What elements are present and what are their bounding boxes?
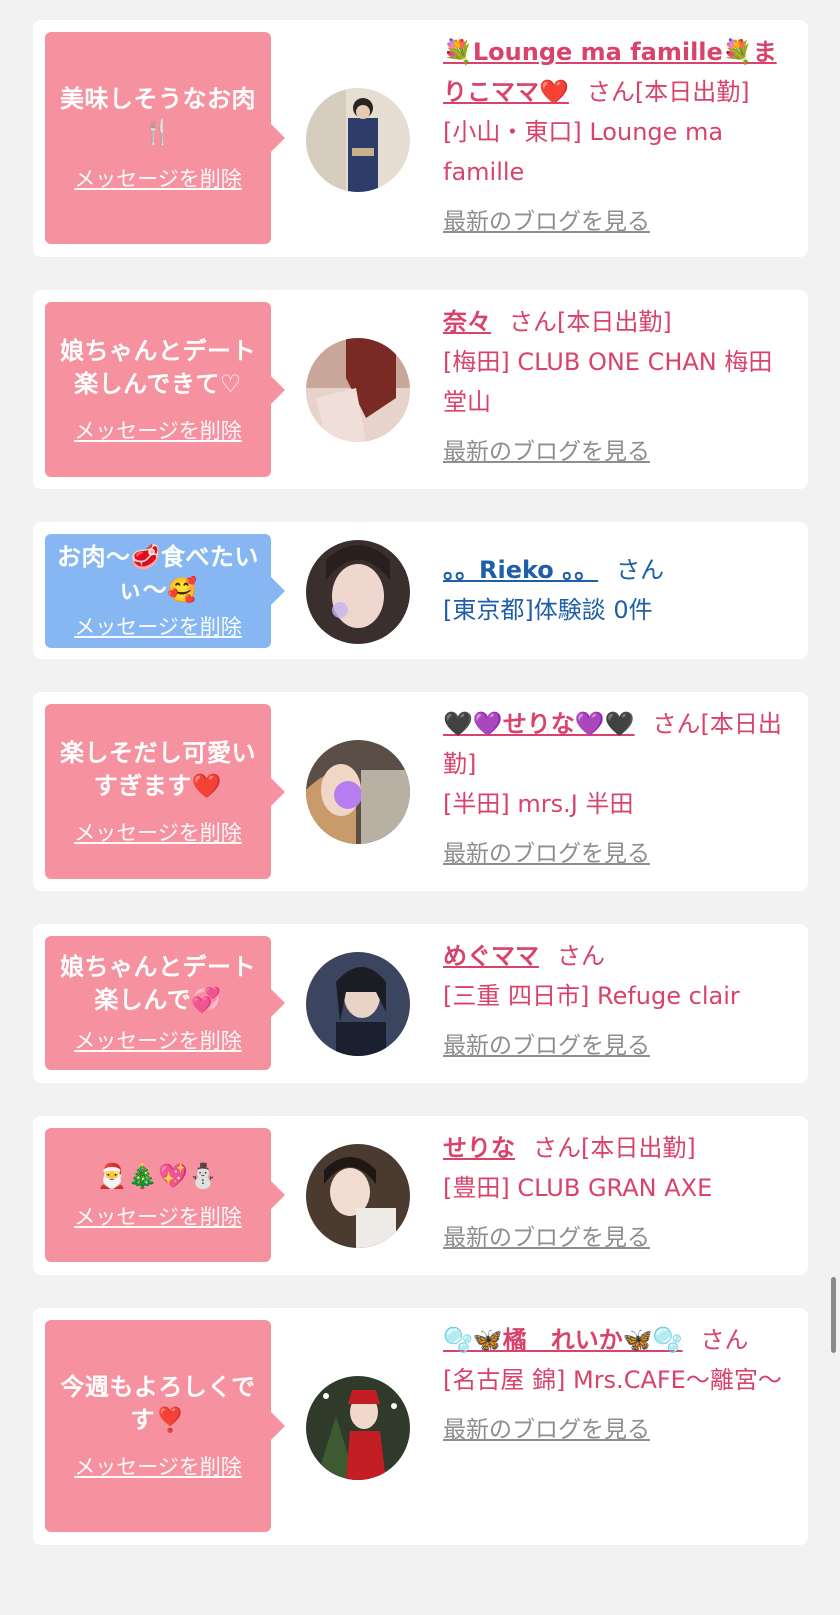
message-text: 楽しそだし可愛いすぎます❤️: [60, 738, 256, 800]
list-item: 🎅🎄💖⛄ メッセージを削除 せりな さん[本日出勤] [豊田] CLUB GRAN…: [33, 1116, 808, 1275]
shop-name: [東京都]体験談 0件: [443, 596, 653, 624]
honorific-label: さん: [616, 556, 665, 584]
profile-info: 💐Lounge ma famille💐まりこママ❤️ さん[本日出勤] [小山・東…: [443, 32, 788, 242]
message-bubble: 美味しそうなお肉🍴 メッセージを削除: [45, 32, 285, 244]
shop-name: [三重 四日市] Refuge clair: [443, 982, 740, 1010]
profile-info: 🖤💜せりな💜🖤 さん[本日出勤] [半田] mrs.J 半田 最新のブログを見る: [443, 704, 788, 874]
message-bubble: 楽しそだし可愛いすぎます❤️ メッセージを削除: [45, 704, 285, 879]
avatar[interactable]: [306, 88, 410, 192]
delete-message-link[interactable]: メッセージを削除: [74, 415, 242, 445]
latest-blog-link[interactable]: 最新のブログを見る: [443, 1026, 788, 1066]
profile-info: めぐママ さん [三重 四日市] Refuge clair 最新のブログを見る: [443, 936, 788, 1066]
shop-name: [豊田] CLUB GRAN AXE: [443, 1174, 713, 1202]
message-bubble: 🎅🎄💖⛄ メッセージを削除: [45, 1128, 285, 1262]
list-item: 娘ちゃんとデート楽しんできて♡ メッセージを削除 奈々 さん[本日出勤] [梅田]…: [33, 290, 808, 489]
profile-name-link[interactable]: 🖤💜せりな💜🖤: [443, 710, 635, 738]
delete-message-link[interactable]: メッセージを削除: [74, 1451, 242, 1481]
shop-name: [小山・東口] Lounge ma famille: [443, 118, 724, 186]
profile-name-link[interactable]: せりな: [443, 1134, 515, 1162]
list-item: お肉〜🥩食べたいぃ〜🥰 メッセージを削除 。。Rieko 。。 さん [東京都]体…: [33, 522, 808, 659]
latest-blog-link[interactable]: 最新のブログを見る: [443, 834, 788, 874]
avatar[interactable]: [306, 338, 410, 442]
honorific-label: さん: [652, 710, 701, 738]
delete-message-link[interactable]: メッセージを削除: [74, 611, 242, 641]
profile-info: 🫧🦋橘 れいか🦋🫧 さん [名古屋 錦] Mrs.CAFE〜離宮〜 最新のブログを…: [443, 1320, 788, 1450]
message-bubble: 今週もよろしくです❣️ メッセージを削除: [45, 1320, 285, 1532]
shop-name: [半田] mrs.J 半田: [443, 790, 634, 818]
message-text: お肉〜🥩食べたいぃ〜🥰: [57, 543, 259, 604]
avatar[interactable]: [306, 540, 410, 644]
latest-blog-link[interactable]: 最新のブログを見る: [443, 432, 788, 472]
profile-info: 奈々 さん[本日出勤] [梅田] CLUB ONE CHAN 梅田堂山 最新のブロ…: [443, 302, 788, 472]
honorific-label: さん: [700, 1326, 749, 1354]
honorific-label: さん: [533, 1134, 581, 1162]
work-status: [本日出勤]: [581, 1134, 696, 1162]
message-text: 美味しそうなお肉🍴: [60, 85, 256, 146]
latest-blog-link[interactable]: 最新のブログを見る: [443, 1218, 788, 1258]
message-text: 娘ちゃんとデート楽しんできて♡: [60, 336, 256, 398]
profile-name-link[interactable]: 🫧🦋橘 れいか🦋🫧: [443, 1326, 683, 1354]
delete-message-link[interactable]: メッセージを削除: [74, 163, 242, 193]
avatar[interactable]: [306, 1144, 410, 1248]
message-bubble: 娘ちゃんとデート楽しんできて♡ メッセージを削除: [45, 302, 285, 477]
avatar[interactable]: [306, 740, 410, 844]
profile-info: せりな さん[本日出勤] [豊田] CLUB GRAN AXE 最新のブログを見る: [443, 1128, 788, 1258]
message-bubble: お肉〜🥩食べたいぃ〜🥰 メッセージを削除: [45, 534, 285, 648]
shop-name: [梅田] CLUB ONE CHAN 梅田堂山: [443, 348, 773, 416]
message-text: 🎅🎄💖⛄: [97, 1161, 219, 1190]
list-item: 楽しそだし可愛いすぎます❤️ メッセージを削除 🖤💜せりな💜🖤 さん[本日出勤] …: [33, 692, 808, 891]
latest-blog-link[interactable]: 最新のブログを見る: [443, 1410, 788, 1450]
list-item: 今週もよろしくです❣️ メッセージを削除 🫧🦋橘 れいか🦋🫧 さん [名古屋 錦]…: [33, 1308, 808, 1545]
scrollbar[interactable]: [831, 1277, 836, 1353]
profile-name-link[interactable]: 。。Rieko 。。: [443, 556, 598, 584]
message-bubble: 娘ちゃんとデート楽しんで💞 メッセージを削除: [45, 936, 285, 1070]
delete-message-link[interactable]: メッセージを削除: [74, 817, 242, 847]
profile-info: 。。Rieko 。。 さん [東京都]体験談 0件: [443, 550, 788, 630]
honorific-label: さん: [586, 78, 635, 106]
latest-blog-link[interactable]: 最新のブログを見る: [443, 202, 788, 242]
message-text: 娘ちゃんとデート楽しんで💞: [60, 953, 256, 1014]
list-item: 娘ちゃんとデート楽しんで💞 メッセージを削除 めぐママ さん [三重 四日市] R…: [33, 924, 808, 1083]
honorific-label: さん: [509, 308, 557, 336]
avatar[interactable]: [306, 1376, 410, 1480]
profile-name-link[interactable]: めぐママ: [443, 942, 539, 970]
work-status: [本日出勤]: [634, 78, 750, 106]
delete-message-link[interactable]: メッセージを削除: [74, 1025, 242, 1055]
honorific-label: さん: [557, 942, 605, 970]
avatar[interactable]: [306, 952, 410, 1056]
delete-message-link[interactable]: メッセージを削除: [74, 1201, 242, 1231]
message-text: 今週もよろしくです❣️: [60, 1373, 256, 1434]
list-item: 美味しそうなお肉🍴 メッセージを削除 💐Lounge ma famille💐まり…: [33, 20, 808, 257]
profile-name-link[interactable]: 奈々: [443, 308, 491, 336]
shop-name: [名古屋 錦] Mrs.CAFE〜離宮〜: [443, 1366, 782, 1394]
work-status: [本日出勤]: [557, 308, 672, 336]
